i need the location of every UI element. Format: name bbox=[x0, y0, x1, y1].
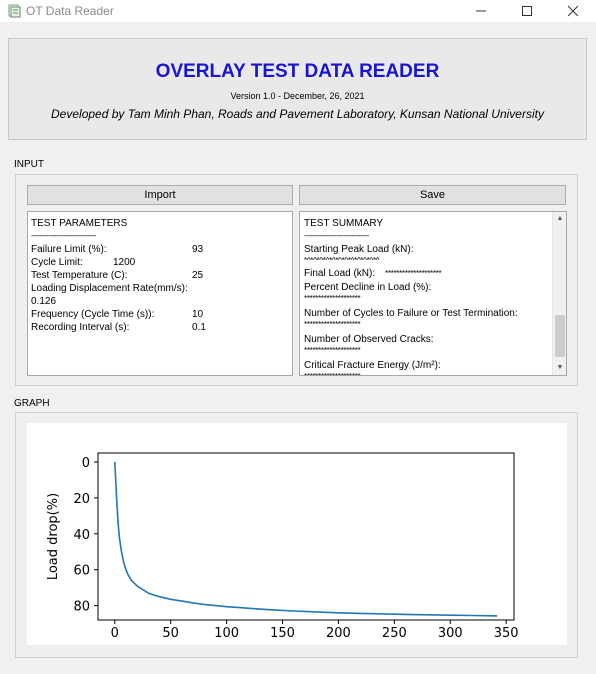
x-tick-label: 100 bbox=[214, 626, 239, 641]
maximize-button[interactable] bbox=[504, 0, 550, 22]
window-titlebar: OT Data Reader bbox=[0, 0, 596, 22]
developer-credit: Developed by Tam Minh Phan, Roads and Pa… bbox=[51, 107, 544, 121]
import-button[interactable]: Import bbox=[27, 185, 293, 205]
cycles-to-failure-value: ******************** bbox=[304, 320, 361, 329]
input-section-label: INPUT bbox=[14, 159, 44, 170]
maximize-icon bbox=[522, 6, 532, 16]
failure-limit-value: 93 bbox=[192, 244, 204, 255]
starting-peak-label: Starting Peak Load (kN): bbox=[304, 244, 414, 255]
x-tick-label: 50 bbox=[162, 626, 179, 641]
frequency-value: 10 bbox=[192, 309, 204, 320]
version-text: Version 1.0 - December, 26, 2021 bbox=[230, 91, 365, 101]
y-tick-label: 40 bbox=[73, 528, 90, 543]
load-drop-chart: 0 50 100 150 200 250 300 350 0 20 40 60 80 Load drop(… bbox=[27, 423, 567, 645]
header-panel: OVERLAY TEST DATA READER Version 1.0 - D… bbox=[8, 38, 587, 140]
recording-interval-label: Recording Interval (s): bbox=[31, 322, 130, 333]
percent-decline-value: ******************** bbox=[304, 294, 361, 303]
cycle-limit-value: 1200 bbox=[113, 257, 136, 268]
observed-cracks-value: ******************** bbox=[304, 346, 361, 355]
scroll-down-arrow-icon[interactable]: ▼ bbox=[553, 361, 566, 375]
parameters-separator: ------------------------------ bbox=[31, 231, 96, 240]
summary-heading: TEST SUMMARY bbox=[304, 218, 384, 229]
save-button[interactable]: Save bbox=[299, 185, 566, 205]
x-tick-label: 200 bbox=[326, 626, 351, 641]
displacement-rate-value: 0.126 bbox=[31, 296, 57, 307]
percent-decline-label: Percent Decline in Load (%): bbox=[304, 282, 432, 293]
starting-peak-value: *^*^*^*^*^*^*^*^*^*^*^*^ bbox=[304, 256, 380, 265]
temperature-value: 25 bbox=[192, 270, 204, 281]
observed-cracks-label: Number of Observed Cracks: bbox=[304, 334, 434, 345]
x-tick-label: 150 bbox=[270, 626, 295, 641]
app-window-icon bbox=[8, 4, 21, 18]
app-main-title: OVERLAY TEST DATA READER bbox=[155, 61, 440, 82]
summary-separator: ------------------------------ bbox=[304, 231, 369, 240]
fracture-energy-label: Critical Fracture Energy (J/m²): bbox=[304, 360, 441, 371]
scrollbar-thumb[interactable] bbox=[555, 315, 565, 357]
recording-interval-value: 0.1 bbox=[192, 322, 206, 333]
parameters-heading: TEST PARAMETERS bbox=[31, 218, 128, 229]
y-tick-label: 20 bbox=[73, 492, 90, 507]
x-tick-label: 350 bbox=[494, 626, 519, 641]
scroll-up-arrow-icon[interactable]: ▲ bbox=[553, 212, 566, 226]
y-tick-label: 0 bbox=[82, 456, 90, 471]
window-title: OT Data Reader bbox=[26, 4, 114, 18]
graph-section-label: GRAPH bbox=[14, 398, 50, 409]
temperature-label: Test Temperature (C): bbox=[31, 270, 128, 281]
x-tick-label: 300 bbox=[438, 626, 463, 641]
frequency-label: Frequency (Cycle Time (s)): bbox=[31, 309, 155, 320]
x-tick-label: 0 bbox=[111, 626, 119, 641]
y-tick-label: 80 bbox=[73, 600, 90, 615]
minimize-icon bbox=[476, 10, 486, 12]
failure-limit-label: Failure Limit (%): bbox=[31, 244, 107, 255]
y-axis-label: Load drop(%) bbox=[46, 493, 61, 580]
minimize-button[interactable] bbox=[458, 0, 504, 22]
test-summary-content: TEST SUMMARY ---------------------------… bbox=[300, 212, 552, 375]
fracture-energy-value: ******************** bbox=[304, 372, 361, 375]
close-icon bbox=[567, 5, 579, 17]
y-tick-label: 60 bbox=[73, 564, 90, 579]
x-tick-label: 250 bbox=[382, 626, 407, 641]
cycle-limit-label: Cycle Limit: bbox=[31, 257, 83, 268]
final-load-label: Final Load (kN): bbox=[304, 268, 376, 279]
test-summary-textbox[interactable]: TEST SUMMARY ---------------------------… bbox=[299, 211, 567, 376]
test-parameters-textbox[interactable]: TEST PARAMETERS ------------------------… bbox=[27, 211, 293, 376]
displacement-rate-label: Loading Displacement Rate(mm/s): bbox=[31, 283, 188, 294]
summary-vertical-scrollbar[interactable]: ▲ ▼ bbox=[552, 212, 566, 375]
cycles-to-failure-label: Number of Cycles to Failure or Test Term… bbox=[304, 308, 518, 319]
close-button[interactable] bbox=[550, 0, 596, 22]
final-load-value: ******************** bbox=[385, 269, 442, 278]
